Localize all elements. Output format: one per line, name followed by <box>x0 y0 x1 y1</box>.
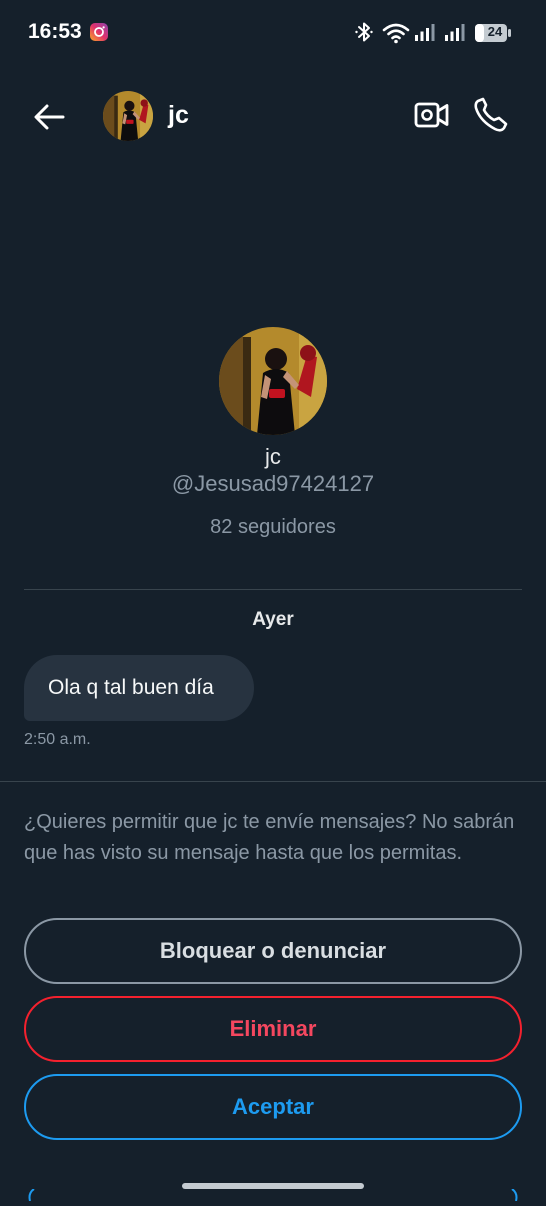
divider <box>24 589 522 590</box>
voice-call-button[interactable] <box>472 95 510 133</box>
conversation-header: jc <box>0 80 546 152</box>
signal-icon <box>444 22 466 47</box>
block-report-button[interactable]: Bloquear o denunciar <box>24 918 522 984</box>
video-call-button[interactable] <box>412 96 450 134</box>
battery-level: 24 <box>487 24 503 39</box>
divider <box>0 781 546 782</box>
accept-button-edge <box>510 1188 524 1206</box>
profile-followers: 82 seguidores <box>210 516 336 538</box>
header-avatar[interactable] <box>103 91 153 141</box>
message-bubble[interactable]: Ola q tal buen día <box>24 655 254 721</box>
status-time: 16:53 <box>28 20 82 43</box>
header-name: jc <box>168 101 189 129</box>
wifi-icon <box>382 22 410 49</box>
signal-icon <box>414 22 436 47</box>
instagram-notification-icon <box>90 23 108 41</box>
message-request-prompt: ¿Quieres permitir que jc te envíe mensaj… <box>24 811 515 864</box>
profile-avatar[interactable] <box>219 327 327 435</box>
bluetooth-icon <box>354 20 374 49</box>
home-indicator[interactable] <box>182 1183 364 1189</box>
accept-button[interactable]: Aceptar <box>24 1074 522 1140</box>
day-separator: Ayer <box>252 609 294 630</box>
profile-name[interactable]: jc <box>0 444 546 470</box>
back-arrow-icon <box>30 104 68 140</box>
status-bar: 16:53 24 <box>0 0 546 64</box>
accept-button-edge <box>22 1188 36 1206</box>
profile-handle[interactable]: @Jesusad97424127 <box>0 471 546 497</box>
video-call-icon <box>412 102 450 138</box>
phone-icon <box>472 97 510 137</box>
back-button[interactable] <box>30 98 68 136</box>
delete-button[interactable]: Eliminar <box>24 996 522 1062</box>
message-timestamp: 2:50 a.m. <box>24 731 91 748</box>
